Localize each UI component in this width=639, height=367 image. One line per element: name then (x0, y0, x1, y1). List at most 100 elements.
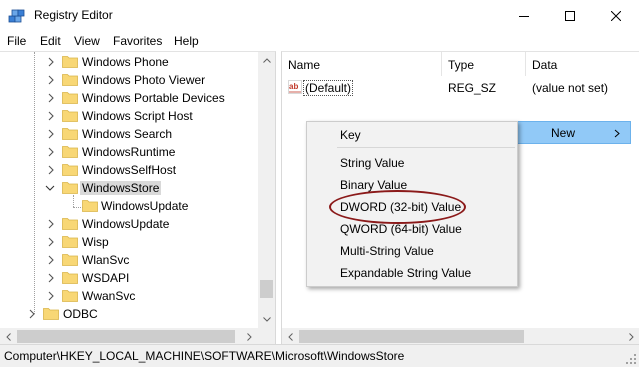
minimize-icon (519, 15, 529, 17)
scroll-up-button[interactable] (258, 52, 275, 69)
tree-item-label: ODBC (63, 307, 98, 321)
scroll-right-button[interactable] (623, 328, 639, 344)
submenu-arrow-icon (614, 129, 620, 138)
scroll-right-icon (629, 332, 634, 341)
title-bar[interactable]: Registry Editor (0, 0, 639, 31)
folder-icon (62, 92, 78, 104)
menu-view[interactable]: View (74, 34, 100, 48)
chevron-right-icon[interactable] (27, 309, 37, 319)
folder-icon (62, 164, 78, 176)
chevron-right-icon[interactable] (46, 291, 56, 301)
menu-item-string-value[interactable]: String Value (340, 156, 404, 170)
chevron-right-icon[interactable] (46, 75, 56, 85)
maximize-button[interactable] (547, 0, 593, 31)
folder-icon (62, 56, 78, 68)
status-bar: Computer\HKEY_LOCAL_MACHINE\SOFTWARE\Mic… (0, 344, 639, 367)
tree-item-wisp[interactable]: Wisp (0, 233, 255, 251)
chevron-right-icon[interactable] (46, 129, 56, 139)
tree-item-windowsupdate[interactable]: WindowsUpdate (0, 215, 255, 233)
menu-item-multi-string-value[interactable]: Multi-String Value (340, 244, 434, 258)
tree-item-label: WwanSvc (82, 289, 136, 303)
tree-horizontal-scrollbar[interactable] (0, 328, 275, 344)
chevron-right-icon[interactable] (46, 219, 56, 229)
scroll-thumb[interactable] (17, 330, 235, 343)
close-button[interactable] (593, 0, 639, 31)
value-data: (value not set) (532, 81, 609, 95)
column-header-data[interactable]: Data (526, 52, 639, 76)
column-header-name[interactable]: Name (282, 52, 442, 76)
column-header-type[interactable]: Type (442, 52, 526, 76)
list-horizontal-scrollbar[interactable] (282, 328, 639, 344)
tree-item-label: Windows Photo Viewer (82, 73, 206, 87)
menu-separator (337, 147, 515, 148)
minimize-button[interactable] (501, 0, 547, 31)
tree-item-label: WindowsUpdate (101, 199, 189, 213)
tree-item-label: Windows Phone (82, 55, 169, 69)
registry-tree[interactable]: Windows Phone Windows Photo Viewer Windo… (0, 51, 276, 344)
new-submenu: Key String Value Binary Value DWORD (32-… (306, 121, 518, 287)
chevron-right-icon[interactable] (46, 273, 56, 283)
scroll-thumb[interactable] (299, 330, 524, 343)
chevron-right-icon[interactable] (46, 255, 56, 265)
menu-item-key[interactable]: Key (340, 128, 361, 142)
tree-item-odbc[interactable]: ODBC (0, 305, 255, 323)
scroll-left-button[interactable] (282, 328, 299, 344)
chevron-right-icon[interactable] (46, 93, 56, 103)
menu-favorites[interactable]: Favorites (113, 34, 162, 48)
tree-item-wlansvc[interactable]: WlanSvc (0, 251, 255, 269)
chevron-right-icon[interactable] (46, 147, 56, 157)
folder-icon (62, 254, 78, 266)
menu-item-qword-value[interactable]: QWORD (64-bit) Value (340, 222, 462, 236)
menu-item-expandable-string-value[interactable]: Expandable String Value (340, 266, 471, 280)
scroll-right-button[interactable] (241, 328, 258, 344)
scroll-left-button[interactable] (0, 328, 17, 344)
context-menu-new[interactable]: New (517, 121, 631, 144)
tree-item-windowsruntime[interactable]: WindowsRuntime (0, 143, 255, 161)
tree-item-windowsstore[interactable]: WindowsStore (0, 179, 255, 197)
menu-edit[interactable]: Edit (40, 34, 61, 48)
value-name[interactable]: (Default) (303, 80, 354, 96)
tree-vertical-scrollbar[interactable] (258, 52, 275, 328)
tree-item-label: WlanSvc (82, 253, 130, 267)
scroll-up-icon (262, 58, 271, 63)
folder-icon (62, 272, 78, 284)
folder-icon (62, 110, 78, 122)
tree-item-label: WindowsRuntime (82, 145, 176, 159)
tree-item-label: Windows Portable Devices (82, 91, 225, 105)
folder-icon (62, 74, 78, 86)
menu-item-binary-value[interactable]: Binary Value (340, 178, 407, 192)
tree-item-windows-photo-viewer[interactable]: Windows Photo Viewer (0, 71, 255, 89)
menu-help[interactable]: Help (174, 34, 199, 48)
chevron-right-icon[interactable] (46, 165, 56, 175)
tree-item-label: WindowsUpdate (82, 217, 170, 231)
scroll-thumb[interactable] (260, 280, 273, 298)
tree-item-wwansvc[interactable]: WwanSvc (0, 287, 255, 305)
tree-item-windowsselfhost[interactable]: WindowsSelfHost (0, 161, 255, 179)
string-value-icon: ab (288, 80, 302, 94)
scroll-down-button[interactable] (258, 311, 275, 328)
resize-grip-icon[interactable] (625, 353, 637, 365)
scroll-down-icon (262, 317, 271, 322)
tree-item-label: WindowsSelfHost (82, 163, 177, 177)
tree-item-wsdapi[interactable]: WSDAPI (0, 269, 255, 287)
folder-icon (62, 128, 78, 140)
chevron-right-icon[interactable] (46, 237, 56, 247)
tree-item-windows-search[interactable]: Windows Search (0, 125, 255, 143)
folder-icon (43, 308, 59, 320)
menu-item-dword-value[interactable]: DWORD (32-bit) Value (340, 200, 461, 214)
tree-item-windows-script-host[interactable]: Windows Script Host (0, 107, 255, 125)
chevron-down-icon[interactable] (45, 183, 55, 193)
chevron-right-icon[interactable] (46, 57, 56, 67)
tree-item-windows-phone[interactable]: Windows Phone (0, 53, 255, 71)
tree-item-windowsstore-windowsupdate[interactable]: WindowsUpdate (0, 197, 255, 215)
tree-item-label: Windows Script Host (82, 109, 193, 123)
menu-file[interactable]: File (7, 34, 26, 48)
tree-item-windows-portable-devices[interactable]: Windows Portable Devices (0, 89, 255, 107)
scrollbar-corner (258, 328, 275, 344)
scroll-left-icon (6, 332, 11, 341)
menu-bar: File Edit View Favorites Help (0, 31, 639, 51)
window-title: Registry Editor (34, 8, 113, 22)
tree-item-label: WSDAPI (82, 271, 130, 285)
chevron-right-icon[interactable] (46, 111, 56, 121)
registry-path: Computer\HKEY_LOCAL_MACHINE\SOFTWARE\Mic… (4, 349, 405, 363)
